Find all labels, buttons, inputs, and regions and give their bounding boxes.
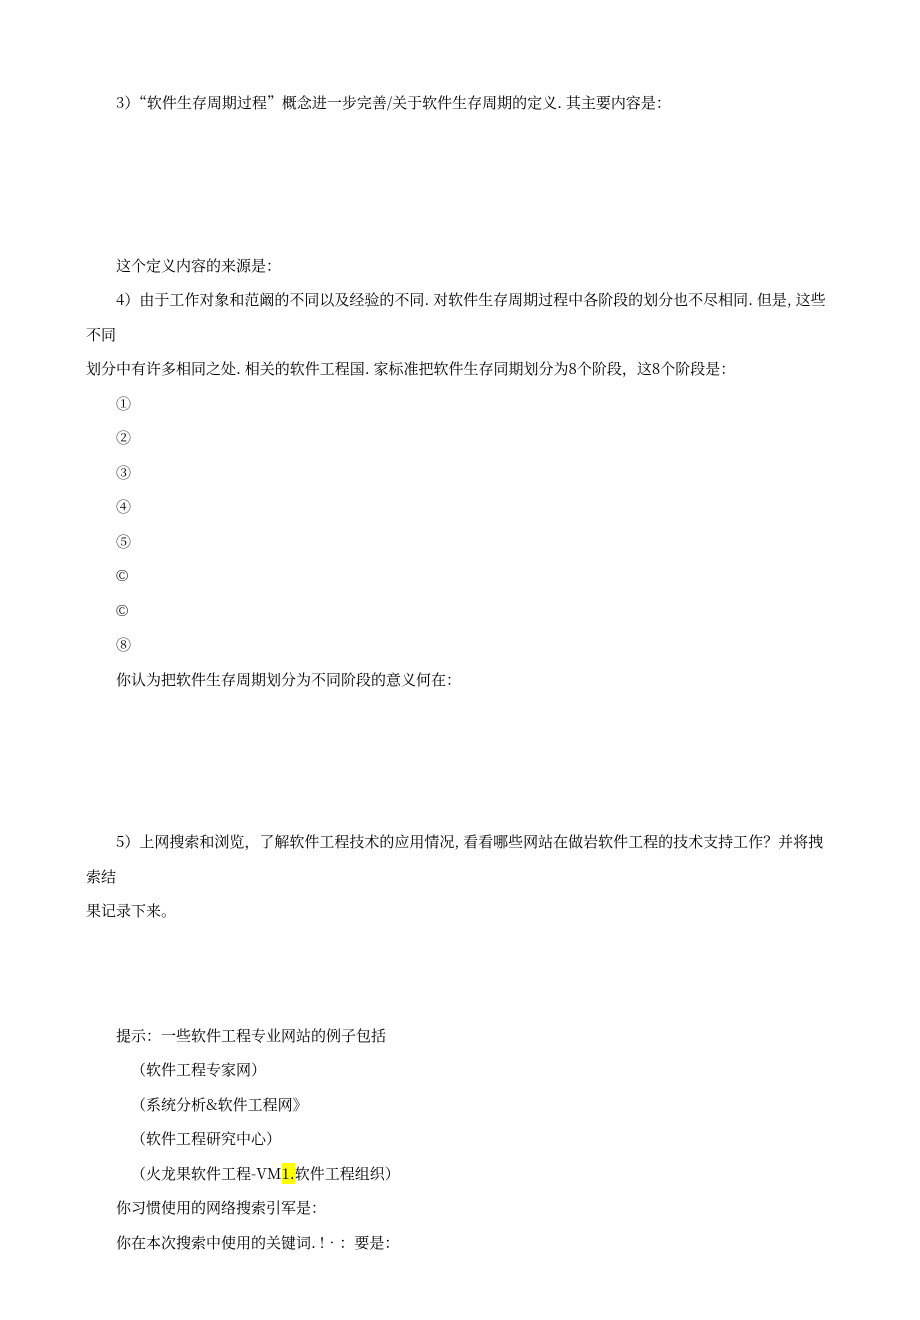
q4-item-7: © (86, 594, 834, 629)
blank-answer-area-q4 (86, 697, 834, 825)
q5-hint-intro: 提示：一些软件工程专业网站的例子包括 (86, 1019, 834, 1054)
q5-site-2: （系统分析&软件工程网》 (86, 1088, 834, 1123)
q5-prompt-line2: 果记录下来。 (86, 894, 834, 929)
q4-item-2: ② (86, 421, 834, 456)
blank-answer-area-q3 (86, 121, 834, 249)
q4-item-8: ⑧ (86, 628, 834, 663)
q3-source-label: 这个定义内容的来源是： (86, 249, 834, 284)
q5-engine-question: 你习惯使用的网络搜索引军是： (86, 1191, 834, 1226)
q3-prompt: 3）“软件生存周期过程”概念进一步完善/关于软件生存周期的定义. 其主要内容是： (86, 86, 834, 121)
q4-prompt-line2: 划分中有许多相同之处. 相关的软件工程国. 家标准把软件生存同期划分为8个阶段，… (86, 352, 834, 387)
q4-item-3: ③ (86, 456, 834, 491)
q4-item-1: ① (86, 387, 834, 422)
q4-item-5: ⑤ (86, 525, 834, 560)
q4-item-4: ④ (86, 490, 834, 525)
q5-site-4-post: 软件工程组织） (295, 1163, 400, 1184)
q5-site-4-pre: （火龙果软件工程-VM (131, 1163, 282, 1184)
q5-keyword-question: 你在本次搜索中使用的关键词. !•：要是： (86, 1226, 834, 1261)
q5-site-3: （软件工程研究中心） (86, 1122, 834, 1157)
q5-site-4: （火龙果软件工程-VM1.软件工程组织） (86, 1157, 834, 1192)
blank-answer-area-q5 (86, 929, 834, 1019)
q5-site-1: （软件工程专家网） (86, 1053, 834, 1088)
q4-item-6: © (86, 559, 834, 594)
q4-prompt-line1: 4）由于工作对象和范阚的不同以及经验的不同. 对软件生存周期过程中各阶段的划分也… (86, 283, 834, 352)
q4-followup: 你认为把软件生存周期划分为不同阶段的意义何在： (86, 663, 834, 698)
document-page: 3）“软件生存周期过程”概念进一步完善/关于软件生存周期的定义. 其主要内容是：… (0, 0, 920, 1320)
q5-prompt-line1: 5）上网搜索和浏览，了解软件工程技术的应用情况, 看看哪些网站在做岩软件工程的技… (86, 825, 834, 894)
q5-site-4-highlight: 1. (282, 1163, 295, 1184)
